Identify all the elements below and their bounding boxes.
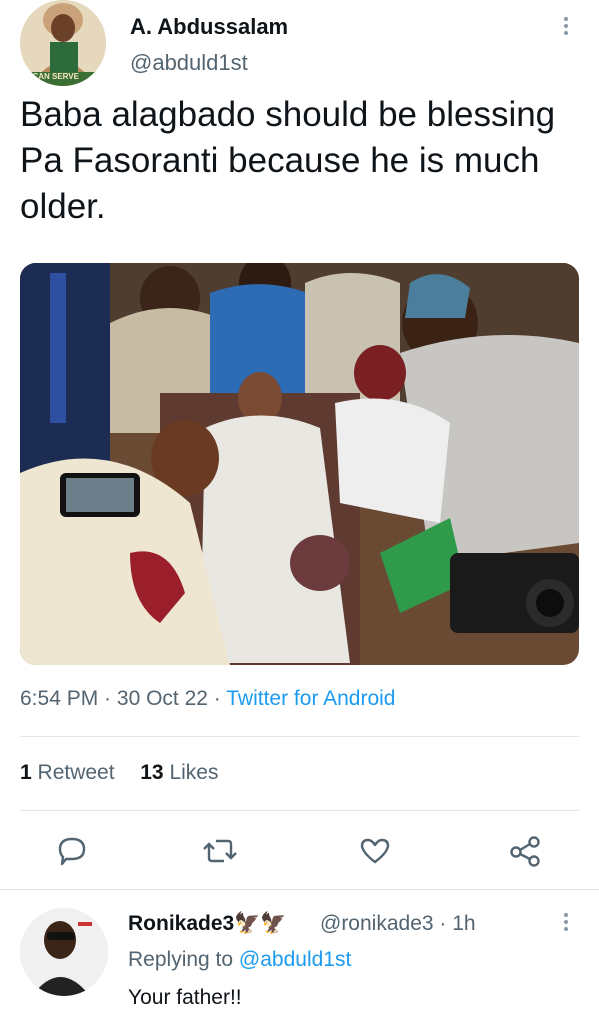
reply-text: Your father!!	[128, 986, 242, 1009]
retweets-stat[interactable]: 1 Retweet	[20, 761, 115, 784]
author-handle[interactable]: @abduld1st	[130, 50, 248, 76]
meta-separator: ·	[98, 687, 117, 710]
replying-to: Replying to @abduld1st	[128, 948, 352, 971]
meta-separator: ·	[433, 912, 453, 935]
likes-stat[interactable]: 13 Likes	[140, 761, 218, 784]
avatar-caption: I CAN SERVE	[28, 72, 79, 81]
divider	[0, 889, 599, 890]
more-icon[interactable]	[556, 14, 576, 40]
divider	[20, 736, 579, 737]
reply-author-name[interactable]: Ronikade3🦅🦅	[128, 912, 287, 936]
reply-meta: @ronikade3 · 1h	[320, 912, 476, 936]
replying-to-handle[interactable]: @abduld1st	[239, 948, 351, 971]
reply-author-handle[interactable]: @ronikade3	[320, 912, 434, 935]
share-icon[interactable]	[505, 831, 545, 871]
eagle-emoji: 🦅🦅	[234, 912, 287, 935]
divider	[20, 810, 579, 811]
reply-author-avatar[interactable]	[20, 908, 108, 996]
tweet-meta: 6:54 PM · 30 Oct 22 · Twitter for Androi…	[20, 687, 396, 711]
tweet-date[interactable]: 30 Oct 22	[117, 687, 208, 710]
reply-icon[interactable]	[52, 831, 92, 871]
tweet-time[interactable]: 6:54 PM	[20, 687, 98, 710]
tweet-photo[interactable]	[20, 263, 579, 665]
author-avatar[interactable]: I CAN SERVE	[20, 0, 106, 86]
retweet-icon[interactable]	[200, 831, 240, 871]
tweet-stats: 1 Retweet 13 Likes	[20, 761, 218, 785]
tweet-text: Baba alagbado should be blessing Pa Faso…	[20, 95, 556, 226]
author-name[interactable]: A. Abdussalam	[130, 14, 288, 40]
reply-more-icon[interactable]	[556, 910, 576, 936]
meta-separator: ·	[207, 687, 227, 710]
tweet-source[interactable]: Twitter for Android	[226, 687, 395, 710]
heart-icon[interactable]	[355, 831, 395, 871]
reply-time[interactable]: 1h	[452, 912, 475, 935]
